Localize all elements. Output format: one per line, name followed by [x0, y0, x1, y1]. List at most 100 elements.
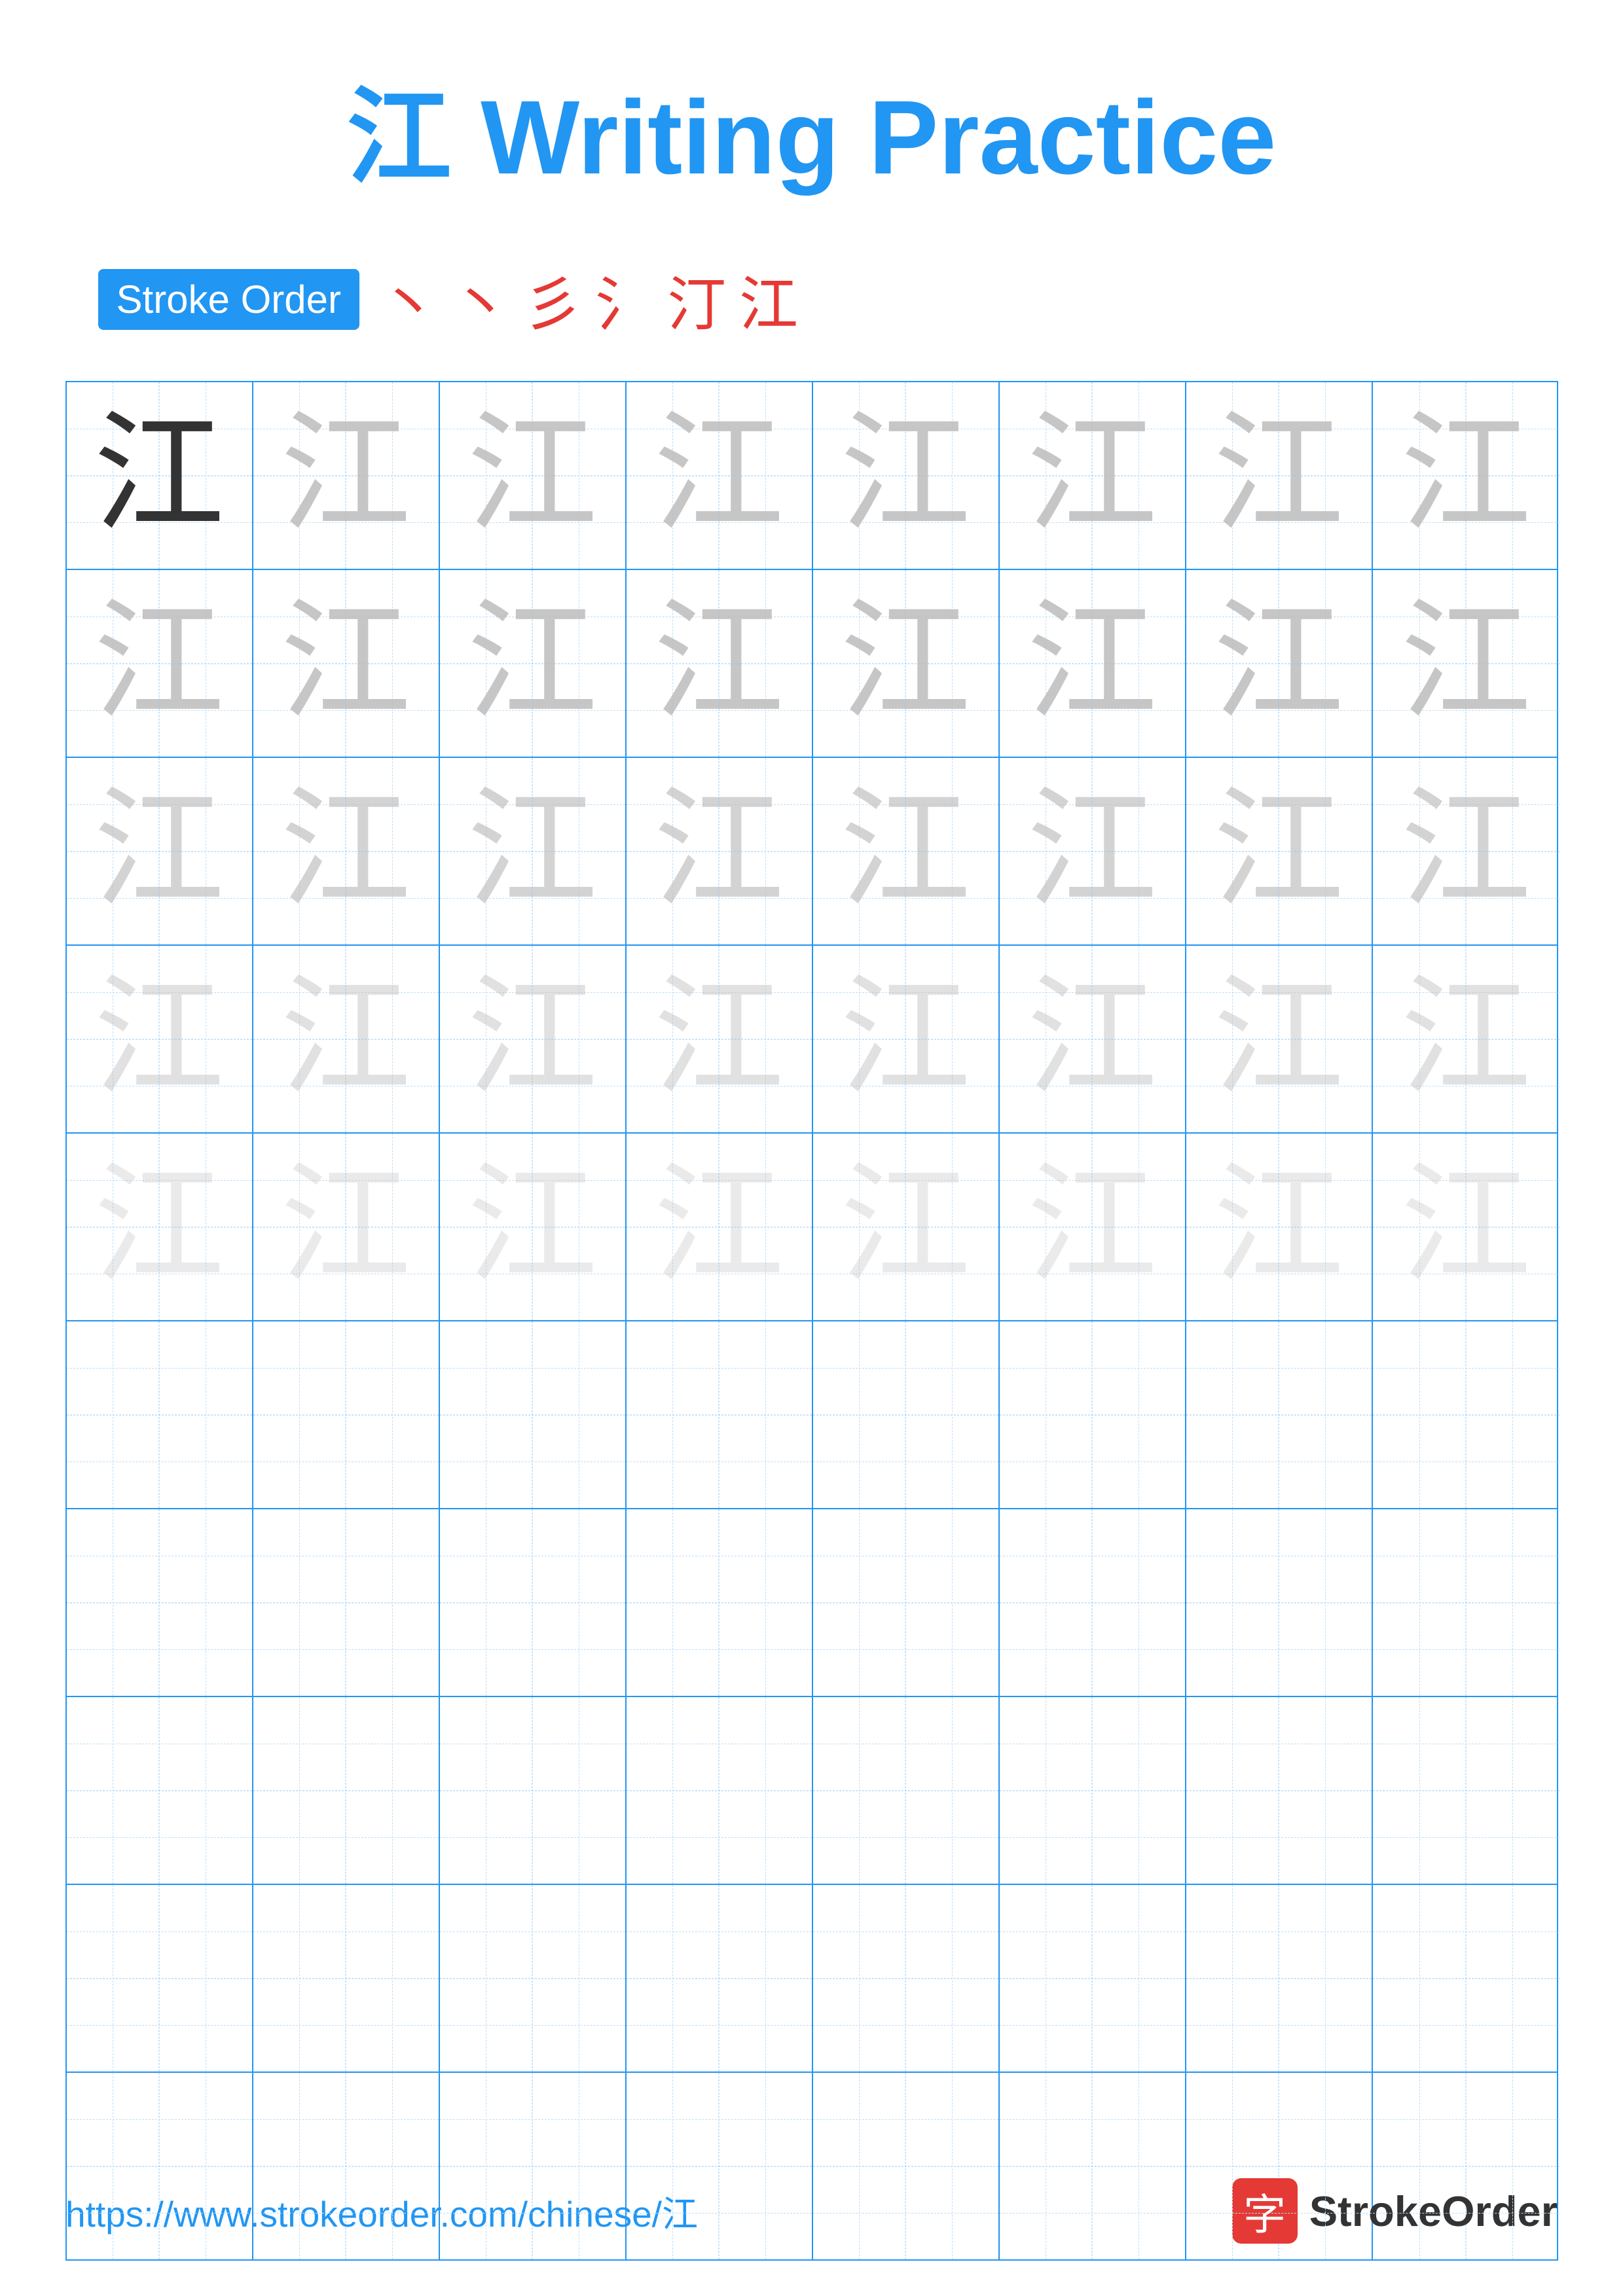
grid-cell[interactable]: 江: [253, 570, 440, 757]
grid-cell[interactable]: 江: [1186, 382, 1373, 569]
grid-cell[interactable]: 江: [813, 946, 1000, 1132]
grid-cell[interactable]: [253, 1509, 440, 1696]
grid-cell[interactable]: 江: [813, 382, 1000, 569]
grid-cell[interactable]: [1000, 1509, 1186, 1696]
practice-char: 江: [653, 974, 784, 1105]
grid-cell[interactable]: [627, 1321, 813, 1508]
grid-cell[interactable]: [67, 1321, 253, 1508]
practice-char: 江: [1027, 974, 1158, 1105]
grid-cell[interactable]: 江: [627, 382, 813, 569]
grid-cell[interactable]: [253, 1885, 440, 2072]
grid-row: 江江江江江江江江: [67, 758, 1557, 946]
grid-cell[interactable]: 江: [813, 570, 1000, 757]
grid-cell[interactable]: [440, 1885, 627, 2072]
grid-cell[interactable]: [813, 1321, 1000, 1508]
grid-cell[interactable]: [67, 1697, 253, 1884]
grid-cell[interactable]: [813, 1697, 1000, 1884]
practice-char: 江: [1027, 410, 1158, 541]
grid-cell[interactable]: 江: [440, 946, 627, 1132]
practice-char: 江: [653, 1162, 784, 1293]
practice-char: 江: [1213, 786, 1344, 917]
grid-cell[interactable]: [1186, 1321, 1373, 1508]
title-section: 江 Writing Practice: [347, 52, 1277, 204]
practice-char: 江: [840, 410, 971, 541]
stroke-char-3: 彡: [523, 257, 582, 342]
grid-cell[interactable]: [627, 1885, 813, 2072]
grid-cell[interactable]: 江: [1000, 570, 1186, 757]
page: 江 Writing Practice Stroke Order 丶 丶 彡 氵 …: [0, 0, 1623, 2296]
grid-cell[interactable]: 江: [1000, 946, 1186, 1132]
grid-cell[interactable]: 江: [1186, 758, 1373, 944]
stroke-char-1: 丶: [379, 257, 438, 342]
grid-cell[interactable]: 江: [627, 758, 813, 944]
practice-char: 江: [1213, 1162, 1344, 1293]
practice-char: 江: [280, 974, 411, 1105]
grid-cell[interactable]: [253, 1697, 440, 1884]
grid-cell[interactable]: 江: [253, 382, 440, 569]
grid-cell[interactable]: [253, 1321, 440, 1508]
grid-cell[interactable]: 江: [253, 758, 440, 944]
grid-cell[interactable]: 江: [1186, 946, 1373, 1132]
grid-cell[interactable]: 江: [67, 570, 253, 757]
practice-char: 江: [1400, 598, 1531, 729]
grid-cell[interactable]: [1186, 1697, 1373, 1884]
grid-cell[interactable]: 江: [253, 1134, 440, 1320]
grid-cell[interactable]: [440, 1697, 627, 1884]
grid-cell[interactable]: 江: [1186, 570, 1373, 757]
grid-cell[interactable]: 江: [1373, 1134, 1559, 1320]
practice-char: 江: [1400, 1162, 1531, 1293]
stroke-order-badge: Stroke Order: [98, 269, 359, 330]
grid-cell[interactable]: [440, 1321, 627, 1508]
grid-cell[interactable]: [627, 1697, 813, 1884]
grid-cell[interactable]: 江: [627, 946, 813, 1132]
grid-cell[interactable]: [67, 1509, 253, 1696]
grid-row: 江江江江江江江江: [67, 946, 1557, 1134]
grid-cell[interactable]: 江: [813, 1134, 1000, 1320]
grid-cell[interactable]: 江: [627, 570, 813, 757]
grid-cell[interactable]: [440, 1509, 627, 1696]
grid-cell[interactable]: [1373, 1885, 1559, 2072]
grid-cell[interactable]: 江: [440, 758, 627, 944]
footer-url[interactable]: https://www.strokeorder.com/chinese/江: [65, 2185, 698, 2237]
grid-cell[interactable]: 江: [253, 946, 440, 1132]
grid-row: [67, 1509, 1557, 1697]
grid-cell[interactable]: 江: [1373, 946, 1559, 1132]
grid-cell[interactable]: [1000, 1885, 1186, 2072]
grid-cell[interactable]: [627, 1509, 813, 1696]
practice-char: 江: [1213, 974, 1344, 1105]
grid-cell[interactable]: [67, 1885, 253, 2072]
grid-cell[interactable]: [1373, 1321, 1559, 1508]
grid-cell[interactable]: [1186, 1885, 1373, 2072]
practice-char: 江: [467, 410, 598, 541]
practice-char: 江: [94, 786, 225, 917]
practice-char: 江: [280, 598, 411, 729]
grid-cell[interactable]: [813, 1509, 1000, 1696]
grid-cell[interactable]: [813, 1885, 1000, 2072]
grid-cell[interactable]: [1000, 1321, 1186, 1508]
grid-cell[interactable]: 江: [67, 1134, 253, 1320]
grid-cell[interactable]: 江: [67, 946, 253, 1132]
grid-cell[interactable]: 江: [1000, 1134, 1186, 1320]
grid-cell[interactable]: 江: [440, 570, 627, 757]
stroke-char-4: 氵: [595, 257, 654, 342]
grid-cell[interactable]: 江: [1000, 382, 1186, 569]
grid-cell[interactable]: 江: [67, 758, 253, 944]
practice-char: 江: [280, 1162, 411, 1293]
grid-cell[interactable]: 江: [1373, 570, 1559, 757]
grid-cell[interactable]: 江: [440, 382, 627, 569]
grid-row: [67, 1321, 1557, 1509]
grid-cell[interactable]: [1373, 1697, 1559, 1884]
grid-cell[interactable]: [1186, 1509, 1373, 1696]
grid-cell[interactable]: 江: [440, 1134, 627, 1320]
grid-cell[interactable]: 江: [813, 758, 1000, 944]
grid-cell[interactable]: 江: [1186, 1134, 1373, 1320]
grid-cell[interactable]: 江: [1000, 758, 1186, 944]
grid-cell[interactable]: 江: [67, 382, 253, 569]
grid-cell[interactable]: [1373, 1509, 1559, 1696]
practice-char: 江: [94, 598, 225, 729]
grid-cell[interactable]: 江: [627, 1134, 813, 1320]
grid-cell[interactable]: 江: [1373, 758, 1559, 944]
practice-char: 江: [840, 974, 971, 1105]
grid-cell[interactable]: 江: [1373, 382, 1559, 569]
grid-cell[interactable]: [1000, 1697, 1186, 1884]
